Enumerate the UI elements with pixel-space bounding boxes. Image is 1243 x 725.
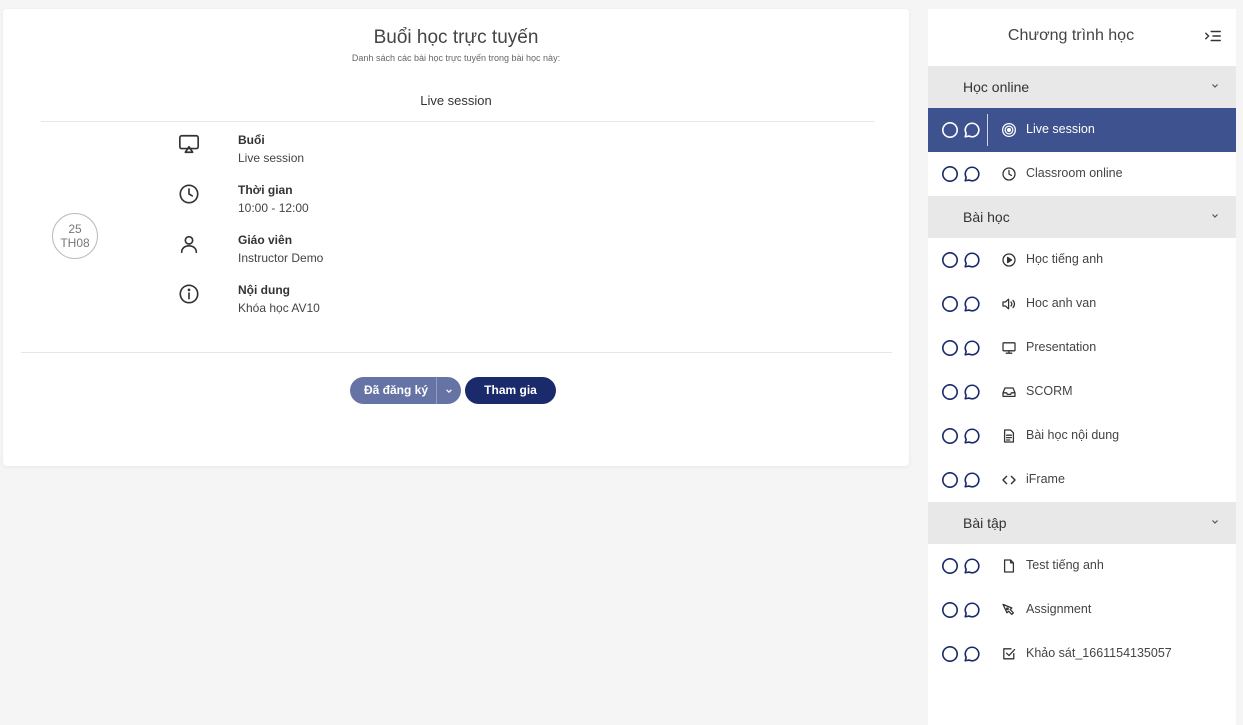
info-value: Khóa học AV10 [238,301,320,315]
comment-icon[interactable] [963,251,981,269]
sidebar-header: Chương trình học [928,9,1236,66]
info-icon [179,284,199,304]
status-circle-icon [941,471,959,489]
status-circle-icon [941,295,959,313]
item-label: Test tiếng anh [1026,558,1104,572]
comment-icon[interactable] [963,471,981,489]
pen-icon [1002,603,1015,616]
user-icon [180,235,198,254]
registered-dropdown-toggle[interactable] [437,377,461,404]
sidebar-title: Chương trình học [1007,27,1135,44]
sidebar-item-iframe[interactable]: iFrame [928,458,1236,502]
comment-icon[interactable] [963,383,981,401]
page-subtitle: Danh sách các bài học trực tuyến trong b… [351,53,561,63]
divider [41,121,874,122]
airplay-icon [179,134,199,154]
comment-icon[interactable] [963,165,981,183]
item-label: iFrame [1026,472,1065,486]
info-label: Thời gian [238,183,293,197]
info-label: Nội dung [238,283,290,297]
sidebar-item-khao-sat[interactable]: Khảo sát_1661154135057 [928,632,1236,676]
join-button[interactable]: Tham gia [465,377,556,404]
status-circle-icon [941,251,959,269]
chevron-down-icon [446,388,452,393]
info-value: Instructor Demo [238,251,324,265]
status-circle-icon [941,383,959,401]
section-hoc-online[interactable]: Học online [928,66,1236,108]
sidebar-item-live-session[interactable]: Live session [928,108,1236,152]
status-circle-icon [941,645,959,663]
status-circle-icon [941,601,959,619]
inbox-icon [1002,387,1016,398]
section-title: Học online [963,79,1030,95]
info-value: 10:00 - 12:00 [238,201,309,215]
section-title: Bài tập [963,515,1007,531]
clock-icon [1002,167,1016,181]
date-month: TH08 [60,236,90,250]
sidebar-item-presentation[interactable]: Presentation [928,326,1236,370]
sidebar-item-bai-hoc-noi-dung[interactable]: Bài học nội dung [928,414,1236,458]
checkbox-icon [1003,648,1016,660]
section-bai-hoc[interactable]: Bài học [928,196,1236,238]
online-session-card: Buổi học trực tuyến Danh sách các bài họ… [3,9,909,466]
info-label: Giáo viên [238,233,293,247]
comment-icon[interactable] [963,121,981,139]
item-label: Live session [1026,122,1095,136]
status-circle-icon [941,165,959,183]
sidebar-item-classroom-online[interactable]: Classroom online [928,152,1236,196]
section-title: Bài học [963,209,1010,225]
clock-icon [179,184,199,204]
chevron-down-icon [1212,84,1218,88]
date-day: 25 [68,222,82,236]
item-label: SCORM [1026,384,1073,398]
curriculum-sidebar: Chương trình học Học online Live session… [928,9,1236,725]
status-circle-icon [941,339,959,357]
date-badge: 25 TH08 [52,213,98,259]
collapse-menu-icon[interactable] [1204,27,1222,45]
chevron-down-icon [1212,520,1218,524]
status-circle-icon [941,557,959,575]
info-value: Live session [238,151,305,165]
comment-icon[interactable] [963,557,981,575]
item-label: Hoc anh van [1026,296,1097,310]
divider [987,114,988,146]
monitor-icon [1002,342,1016,354]
info-label: Buổi [238,133,265,147]
audio-icon [1002,298,1016,310]
status-circle-icon [941,427,959,445]
item-label: Học tiếng anh [1026,252,1104,266]
live-icon [1001,122,1017,138]
comment-icon[interactable] [963,645,981,663]
chevron-down-icon [1212,214,1218,218]
comment-icon[interactable] [963,339,981,357]
item-label: Bài học nội dung [1026,428,1120,442]
item-label: Assignment [1026,602,1092,616]
document-icon [1003,429,1015,443]
comment-icon[interactable] [963,427,981,445]
sidebar-item-assignment[interactable]: Assignment [928,588,1236,632]
status-circle-icon [941,121,959,139]
item-label: Khảo sát_1661154135057 [1026,646,1172,660]
section-bai-tap[interactable]: Bài tập [928,502,1236,544]
sidebar-item-test-tieng-anh[interactable]: Test tiếng anh [928,544,1236,588]
registered-button[interactable]: Đã đăng ký [350,377,462,404]
divider [21,352,892,353]
play-icon [1002,253,1016,267]
item-label: Presentation [1026,340,1097,354]
sidebar-item-hoc-anh-van[interactable]: Hoc anh van [928,282,1236,326]
session-heading: Live session [420,93,492,108]
comment-icon[interactable] [963,601,981,619]
file-icon [1003,559,1015,573]
sidebar-item-hoc-tieng-anh[interactable]: Học tiếng anh [928,238,1236,282]
sidebar-item-scorm[interactable]: SCORM [928,370,1236,414]
code-icon [1002,475,1016,485]
registered-label[interactable]: Đã đăng ký [350,377,438,404]
page-title: Buổi học trực tuyến [373,27,539,48]
item-label: Classroom online [1026,166,1123,180]
comment-icon[interactable] [963,295,981,313]
